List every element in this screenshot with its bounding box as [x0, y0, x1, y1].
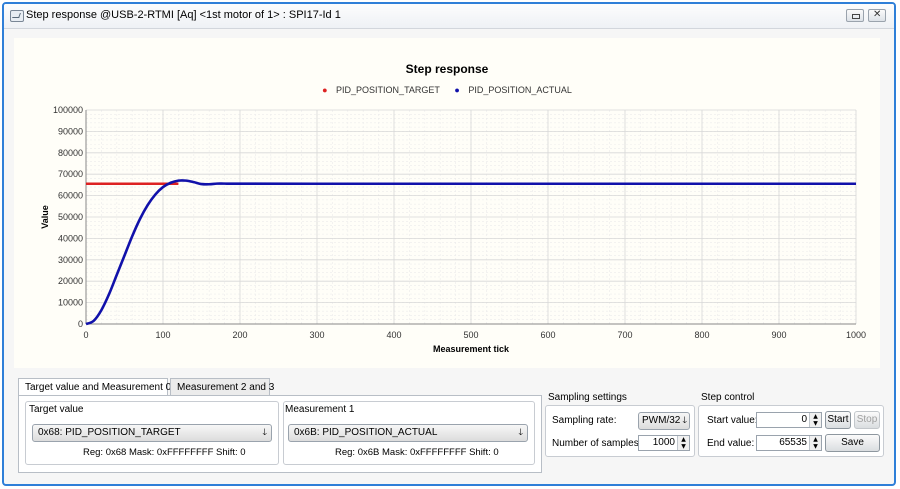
number-of-samples-value: 1000 [652, 437, 675, 448]
close-button[interactable] [868, 9, 886, 22]
measurement1-register-select[interactable]: 0x6B: PID_POSITION_ACTUAL 🡓 [288, 424, 528, 442]
x-tick-label: 100 [155, 330, 170, 340]
y-tick-label: 0 [78, 319, 83, 329]
dropdown-arrow-icon: 🡓 [518, 428, 523, 438]
x-tick-label: 300 [309, 330, 324, 340]
target-value-title: Target value [29, 404, 84, 415]
x-tick-label: 500 [463, 330, 478, 340]
window-title: Step response @USB-2-RTMI [Aq] <1st moto… [26, 9, 341, 21]
spin-arrows-icon[interactable]: ▲ ▼ [809, 413, 821, 427]
x-tick-label: 400 [386, 330, 401, 340]
y-tick-label: 50000 [58, 212, 83, 222]
y-tick-label: 80000 [58, 148, 83, 158]
y-tick-label: 60000 [58, 191, 83, 201]
tab-measurement-2-and-3[interactable]: Measurement 2 and 3 [170, 378, 274, 396]
x-tick-label: 200 [232, 330, 247, 340]
start-value-value: 0 [801, 414, 807, 425]
chart-plot-svg: 0 100 200 300 400 500 600 700 800 900 100001000020… [40, 105, 866, 354]
y-tick-label: 100000 [53, 105, 83, 115]
y-tick-label: 40000 [58, 233, 83, 243]
step-response-window: Step response @USB-2-RTMI [Aq] <1st moto… [2, 2, 896, 486]
sampling-rate-label: Sampling rate: [552, 415, 617, 426]
x-tick-label: 800 [694, 330, 709, 340]
y-axis-label: Value [40, 205, 50, 229]
save-button[interactable]: Save [825, 434, 880, 452]
dropdown-arrow-icon: 🡓 [682, 416, 687, 426]
stop-button[interactable]: Stop [854, 411, 880, 429]
sampling-settings-group: Sampling rate: PWM/32 🡓 Number of sample… [545, 405, 695, 457]
x-tick-label: 900 [771, 330, 786, 340]
x-tick-label: 700 [617, 330, 632, 340]
start-button[interactable]: Start [825, 411, 851, 429]
sampling-rate-select[interactable]: PWM/32 🡓 [638, 412, 690, 430]
x-tick-label: 600 [540, 330, 555, 340]
start-value-label: Start value: [707, 415, 758, 426]
target-register-info: Reg: 0x68 Mask: 0xFFFFFFFF Shift: 0 [83, 447, 246, 458]
number-of-samples-label: Number of samples: [552, 438, 642, 449]
target-register-select[interactable]: 0x68: PID_POSITION_TARGET 🡓 [32, 424, 272, 442]
y-tick-label: 30000 [58, 255, 83, 265]
y-tick-label: 10000 [58, 298, 83, 308]
measurement1-group: Measurement 1 0x6B: PID_POSITION_ACTUAL … [283, 404, 535, 464]
minimize-button[interactable] [846, 9, 864, 22]
measurement1-register-info: Reg: 0x6B Mask: 0xFFFFFFFF Shift: 0 [335, 447, 499, 458]
sampling-rate-value: PWM/32 [642, 415, 681, 426]
title-bar[interactable]: Step response @USB-2-RTMI [Aq] <1st moto… [4, 4, 894, 29]
app-chart-icon [10, 10, 24, 22]
step-control-group: Start value: 0 ▲ ▼ Start Stop End value: … [698, 405, 884, 457]
x-tick-label: 0 [83, 330, 88, 340]
x-axis-label: Measurement tick [433, 344, 510, 354]
start-value-spinbox[interactable]: 0 ▲ ▼ [756, 412, 822, 428]
step-response-chart: Step response ● PID_POSITION_TARGET ● PI… [14, 38, 880, 368]
y-tick-label: 90000 [58, 126, 83, 136]
step-control-title: Step control [701, 392, 755, 403]
sampling-settings-title: Sampling settings [548, 392, 627, 403]
end-value-spinbox[interactable]: 65535 ▲ ▼ [756, 435, 822, 451]
spin-arrows-icon[interactable]: ▲ ▼ [677, 436, 689, 450]
end-value-value: 65535 [779, 437, 807, 448]
x-tick-label: 1000 [846, 330, 866, 340]
spin-arrows-icon[interactable]: ▲ ▼ [809, 436, 821, 450]
y-tick-label: 70000 [58, 169, 83, 179]
target-value-group: Target value 0x68: PID_POSITION_TARGET 🡓… [27, 404, 279, 464]
dropdown-arrow-icon: 🡓 [262, 428, 267, 438]
target-register-selected: 0x68: PID_POSITION_TARGET [38, 427, 181, 438]
measurement1-title: Measurement 1 [285, 404, 355, 415]
number-of-samples-spinbox[interactable]: 1000 ▲ ▼ [638, 435, 690, 451]
tab-panel: Target value 0x68: PID_POSITION_TARGET 🡓… [18, 395, 542, 473]
y-tick-label: 20000 [58, 276, 83, 286]
measurement1-register-selected: 0x6B: PID_POSITION_ACTUAL [294, 427, 438, 438]
end-value-label: End value: [707, 438, 755, 449]
